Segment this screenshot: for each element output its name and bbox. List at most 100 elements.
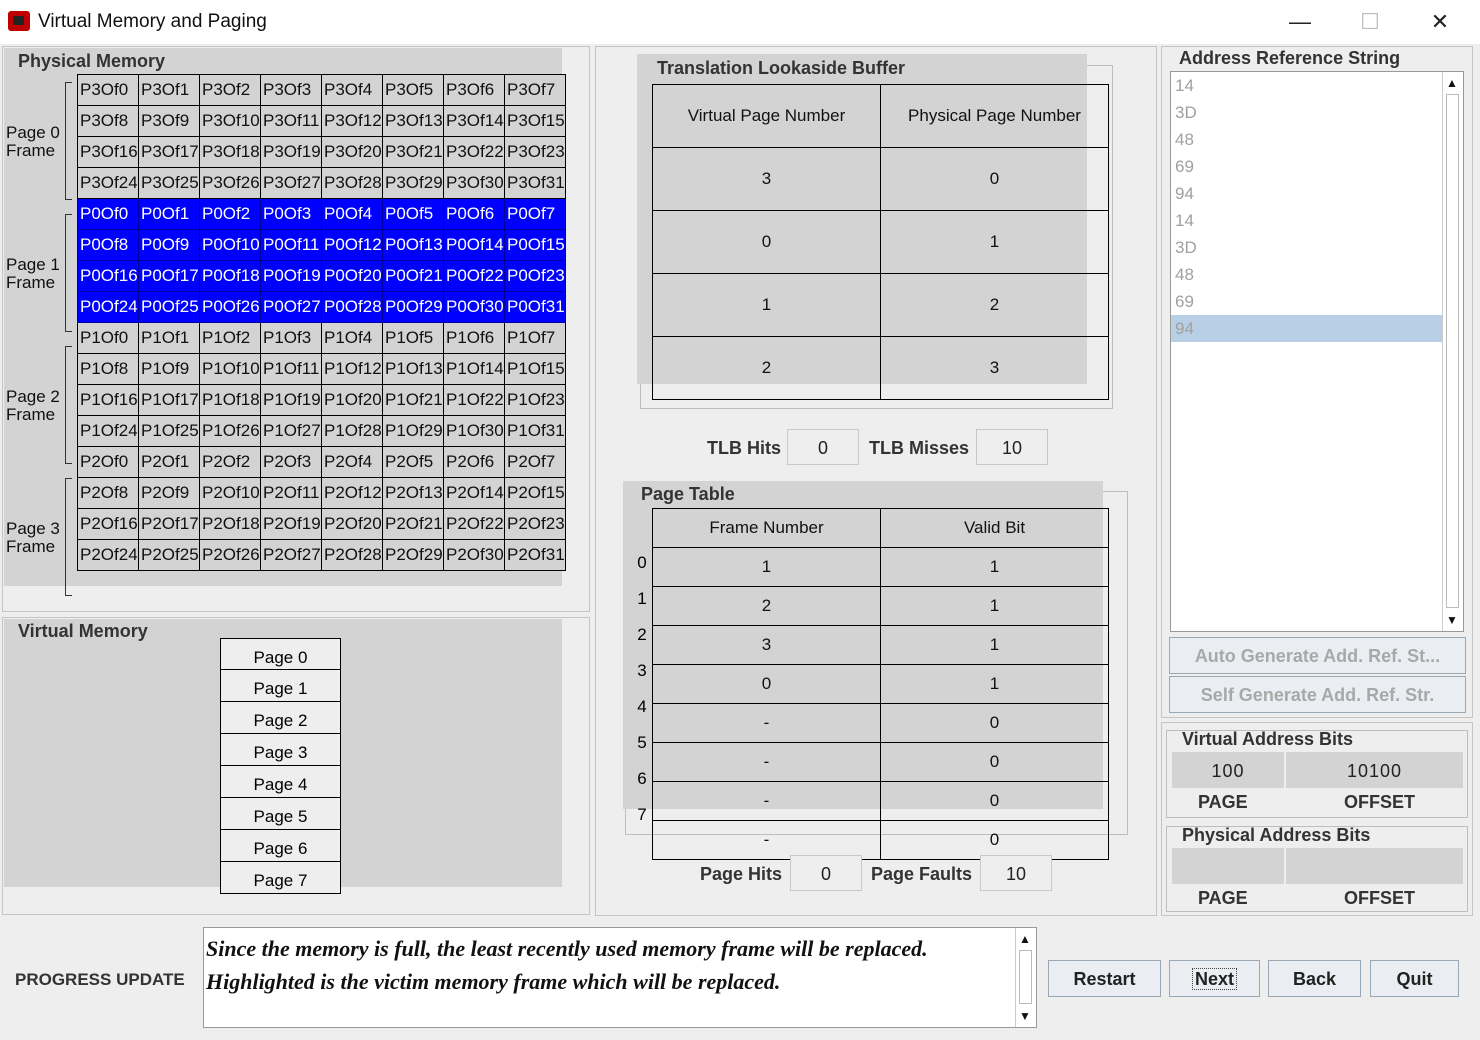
memory-row: P1Of16 P1Of17 P1Of18 P1Of19 P1Of20 P1Of21 P1Of… [77,384,566,416]
memory-cell: P2Of27 [260,539,322,571]
memory-cell: P2Of3 [260,446,322,478]
progress-text-area[interactable]: Since the memory is full, the least rece… [203,927,1037,1028]
auto-generate-button[interactable]: Auto Generate Add. Ref. St... [1169,637,1466,674]
progress-scroll-up-icon[interactable]: ▲ [1019,932,1031,946]
memory-row: P2Of0 P2Of1 P2Of2 P2Of3 P2Of4 P2Of5 P2Of6 P2Of7 [77,446,566,478]
memory-cell: P2Of20 [321,508,383,540]
memory-cell: P1Of21 [382,384,444,416]
memory-cell: P1Of30 [443,415,505,447]
page-table-row: 11 [652,547,1109,587]
progress-scroll-thumb[interactable] [1019,950,1032,1004]
memory-cell: P1Of20 [321,384,383,416]
memory-cell: P1Of16 [77,384,139,416]
physical-memory-grid: P3Of0 P3Of1 P3Of2 P3Of3 P3Of4 P3Of5 P3Of6 P3Of7… [77,74,566,571]
next-button[interactable]: Next [1169,960,1260,997]
frame-label-line2: Frame [6,141,56,160]
page-table-row: -0 [652,781,1109,821]
memory-cell: P0Of11 [260,229,322,261]
reference-list-item[interactable]: 3D [1171,99,1443,126]
scroll-thumb[interactable] [1446,94,1459,608]
page-table-header-row: Frame Number Valid Bit [652,508,1109,548]
page-table-cell: 1 [880,547,1109,587]
memory-cell: P2Of13 [382,477,444,509]
page-table: Frame Number Valid Bit 1 1 2 1 3 1 0 1-0-0-0-0 [652,508,1109,860]
quit-button[interactable]: Quit [1370,960,1459,997]
reference-list-item[interactable]: 14 [1171,72,1443,99]
page-table-header-cell: Valid Bit [880,508,1109,548]
page-table-row: 01 [652,664,1109,704]
reference-list-item[interactable]: 3D [1171,234,1443,261]
memory-cell: P1Of3 [260,322,322,354]
memory-cell: P1Of19 [260,384,322,416]
memory-cell: P1Of25 [138,415,200,447]
scroll-up-icon[interactable]: ▲ [1446,76,1458,90]
close-button[interactable]: ✕ [1405,4,1475,40]
memory-cell: P1Of11 [260,353,322,385]
page-table-cell: 1 [880,625,1109,665]
tlb-row: 01 [652,210,1109,274]
memory-cell: P1Of28 [321,415,383,447]
tlb-cell: 0 [880,147,1109,211]
reference-list-item[interactable]: 69 [1171,288,1443,315]
virtual-page-item: Page 5 [220,798,341,830]
memory-cell: P2Of0 [77,446,139,478]
progress-scroll-down-icon[interactable]: ▼ [1019,1009,1031,1023]
memory-cell: P2Of31 [504,539,566,571]
virtual-page-bits: 100 [1172,752,1284,788]
frame-label-line1: Page 1 [6,255,60,274]
memory-cell: P1Of23 [504,384,566,416]
page-table-row: -0 [652,820,1109,860]
tlb-cell: 1 [652,273,881,337]
reference-list-item[interactable]: 48 [1171,126,1443,153]
reference-list-item[interactable]: 69 [1171,153,1443,180]
memory-cell: P0Of27 [260,291,322,323]
page-table-row: -0 [652,742,1109,782]
memory-cell: P0Of6 [443,198,505,230]
memory-cell: P3Of11 [260,105,322,137]
memory-cell: P0Of1 [138,198,200,230]
memory-cell: P0Of31 [504,291,566,323]
memory-cell: P2Of30 [443,539,505,571]
memory-cell: P2Of24 [77,539,139,571]
memory-cell: P3Of5 [382,74,444,106]
page-table-cell: - [652,742,881,782]
frame-label-2: Page 2 Frame [6,388,60,424]
page-table-cell: 1 [652,547,881,587]
restart-button[interactable]: Restart [1048,960,1161,997]
memory-cell: P3Of29 [382,167,444,199]
memory-cell: P2Of18 [199,508,261,540]
memory-cell: P3Of24 [77,167,139,199]
scroll-down-icon[interactable]: ▼ [1446,613,1458,627]
physical-page-label: PAGE [1198,888,1248,908]
memory-row: P2Of16 P2Of17 P2Of18 P2Of19 P2Of20 P2Of21 P2Of… [77,508,566,540]
reference-list-item[interactable]: 94 [1171,315,1443,342]
memory-cell: P3Of7 [504,74,566,106]
memory-cell: P3Of25 [138,167,200,199]
self-generate-button[interactable]: Self Generate Add. Ref. Str. [1169,676,1466,713]
reference-string-list[interactable]: 14 3D 48 69 94 14 3D 48 69 94 ▲ ▼ [1170,71,1464,632]
memory-cell: P2Of26 [199,539,261,571]
progress-scrollbar[interactable]: ▲ ▼ [1015,928,1036,1027]
memory-cell: P3Of22 [443,136,505,168]
tlb-cell: 0 [652,210,881,274]
memory-cell: P1Of29 [382,415,444,447]
memory-row: P3Of8 P3Of9 P3Of10 P3Of11 P3Of12 P3Of13 P3Of14… [77,105,566,137]
reference-list-item[interactable]: 94 [1171,180,1443,207]
reference-list-scrollbar[interactable]: ▲ ▼ [1442,72,1463,631]
memory-cell: P0Of20 [321,260,383,292]
virtual-page-item: Page 1 [220,670,341,702]
memory-cell: P2Of14 [443,477,505,509]
reference-list-item[interactable]: 14 [1171,207,1443,234]
memory-cell: P0Of4 [321,198,383,230]
memory-cell: P3Of26 [199,167,261,199]
back-button[interactable]: Back [1268,960,1361,997]
frame-label-0: Page 0 Frame [6,124,60,160]
minimize-button[interactable]: — [1265,4,1335,40]
tlb-table: Virtual Page Number Physical Page Number 3… [652,84,1109,400]
page-table-row: 31 [652,625,1109,665]
maximize-button[interactable]: ☐ [1335,4,1405,40]
memory-cell: P3Of18 [199,136,261,168]
reference-string-title: Address Reference String [1179,48,1401,68]
tlb-misses-label: TLB Misses [869,438,970,458]
reference-list-item[interactable]: 48 [1171,261,1443,288]
